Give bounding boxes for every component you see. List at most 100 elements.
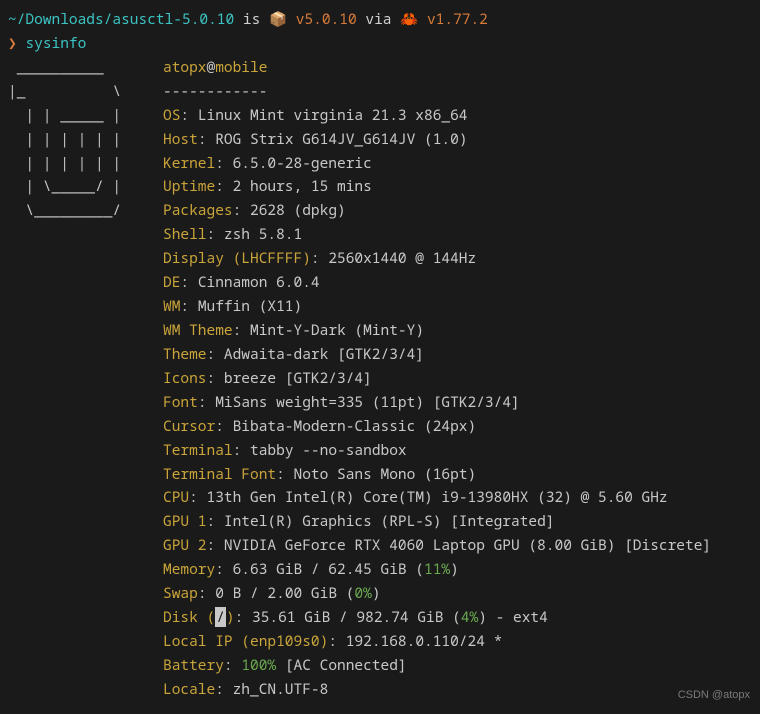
ascii-art-line [8,534,163,558]
info-label: Theme [163,344,207,364]
sysinfo-row-uptime: | \_____/ | Uptime: 2 hours, 15 mins [8,175,752,199]
info-pct: 4% [461,607,478,627]
info-label: Icons [163,368,207,388]
ascii-art-line [8,510,163,534]
info-label: Kernel [163,153,215,173]
info-value-pre: 35.61 GiB / 982.74 GiB ( [252,607,461,627]
ascii-art-line [8,343,163,367]
ascii-art-line: | | _____ | [8,104,163,128]
info-value: 192.168.0.110/24 * [346,631,503,651]
info-label: GPU 2 [163,535,207,555]
userhost-at: @ [207,57,216,77]
info-label: Font [163,392,198,412]
ascii-art-line [8,391,163,415]
prompt-version-2: v1.77.2 [427,9,488,29]
ascii-art-line [8,558,163,582]
sysinfo-row-locale: Locale: zh_CN.UTF-8 [8,678,752,702]
info-value: 2560x1440 @ 144Hz [328,248,476,268]
info-label-post: ) [226,607,235,627]
info-value: tabby --no-sandbox [250,440,407,460]
info-value-post: ) [372,583,381,603]
info-label: Uptime [163,176,215,196]
info-value: Cinnamon 6.0.4 [198,272,320,292]
info-value: Bibata-Modern-Classic (24px) [233,416,477,436]
prompt-arrow: ❯ [8,33,17,53]
sysinfo-row-wmtheme: WM Theme: Mint-Y-Dark (Mint-Y) [8,319,752,343]
info-value: NVIDIA GeForce RTX 4060 Laptop GPU (8.00… [224,535,711,555]
package-icon: 📦 [269,9,287,29]
prompt-is: is [243,9,260,29]
info-value: Intel(R) Graphics (RPL-S) [Integrated] [224,511,555,531]
shell-prompt-line-2[interactable]: ❯ sysinfo [8,32,752,56]
watermark: CSDN @atopx [678,686,750,704]
info-pct: 0% [354,583,371,603]
ascii-art-line: __________ [8,56,163,80]
info-value: breeze [GTK2/3/4] [224,368,372,388]
ascii-art-line [8,415,163,439]
ascii-art-line [8,247,163,271]
shell-prompt-line-1: ~/Downloads/asusctl-5.0.10 is 📦 v5.0.10 … [8,8,752,32]
sysinfo-row-battery: Battery: 100% [AC Connected] [8,654,752,678]
ascii-art-line: | | | | | | [8,152,163,176]
ascii-art-line [8,319,163,343]
info-label: WM [163,296,180,316]
sysinfo-row-packages: \_________/ Packages: 2628 (dpkg) [8,199,752,223]
info-value: zh_CN.UTF-8 [233,679,329,699]
ascii-art-line [8,654,163,678]
info-value: MiSans weight=335 (11pt) [GTK2/3/4] [215,392,520,412]
info-value: Noto Sans Mono (16pt) [294,464,477,484]
sysinfo-row-disk: Disk (/): 35.61 GiB / 982.74 GiB (4%) - … [8,606,752,630]
info-label: Host [163,129,198,149]
info-value-pre: 6.63 GiB / 62.45 GiB ( [233,559,424,579]
separator: ------------ [163,80,267,104]
sysinfo-row-cursor: Cursor: Bibata-Modern-Classic (24px) [8,415,752,439]
prompt-path: ~/Downloads/asusctl-5.0.10 [8,9,234,29]
info-value: 2 hours, 15 mins [233,176,372,196]
info-value-post: ) - ext4 [478,607,548,627]
ascii-art-line [8,271,163,295]
ascii-art-line [8,367,163,391]
sysinfo-row-cpu: CPU: 13th Gen Intel(R) Core(TM) i9-13980… [8,486,752,510]
ascii-art-line [8,678,163,702]
sysinfo-row-gpu2: GPU 2: NVIDIA GeForce RTX 4060 Laptop GP… [8,534,752,558]
info-label: Memory [163,559,215,579]
info-pct: 11% [424,559,450,579]
sysinfo-row-wm: WM: Muffin (X11) [8,295,752,319]
sysinfo-row-swap: Swap: 0 B / 2.00 GiB (0%) [8,582,752,606]
info-value: 6.5.0-28-generic [233,153,372,173]
info-value-pre: 0 B / 2.00 GiB ( [215,583,354,603]
sysinfo-row-gpu1: GPU 1: Intel(R) Graphics (RPL-S) [Integr… [8,510,752,534]
sysinfo-row-theme: Theme: Adwaita-dark [GTK2/3/4] [8,343,752,367]
ascii-art-line [8,582,163,606]
sysinfo-row-kernel: | | | | | | Kernel: 6.5.0-28-generic [8,152,752,176]
info-label: DE [163,272,180,292]
user-name: atopx [163,57,207,77]
ascii-art-line [8,439,163,463]
info-label: Battery [163,655,224,675]
ascii-art-line: |_ \ [8,80,163,104]
sysinfo-row-shell: Shell: zsh 5.8.1 [8,223,752,247]
info-label-pre: Disk ( [163,607,215,627]
info-label: WM Theme [163,320,233,340]
ascii-art-line [8,223,163,247]
info-label: Packages [163,200,233,220]
info-label: OS [163,105,180,125]
sysinfo-row-os: | | _____ | OS: Linux Mint virginia 21.3… [8,104,752,128]
info-value: 2628 (dpkg) [250,200,346,220]
ascii-art-line: \_________/ [8,199,163,223]
info-label: CPU [163,487,189,507]
info-value: ROG Strix G614JV_G614JV (1.0) [215,129,467,149]
sysinfo-row-memory: Memory: 6.63 GiB / 62.45 GiB (11%) [8,558,752,582]
prompt-version-1: v5.0.10 [296,9,357,29]
host-name: mobile [215,57,267,77]
sysinfo-row-userhost: __________ atopx@mobile [8,56,752,80]
info-value: Mint-Y-Dark (Mint-Y) [250,320,424,340]
sysinfo-row-host: | | | | | | Host: ROG Strix G614JV_G614J… [8,128,752,152]
info-label: Swap [163,583,198,603]
info-value-post: ) [450,559,459,579]
prompt-via: via [365,9,391,29]
ascii-art-line: | | | | | | [8,128,163,152]
crab-icon: 🦀 [400,9,418,29]
info-label: GPU 1 [163,511,207,531]
sysinfo-row-icons: Icons: breeze [GTK2/3/4] [8,367,752,391]
